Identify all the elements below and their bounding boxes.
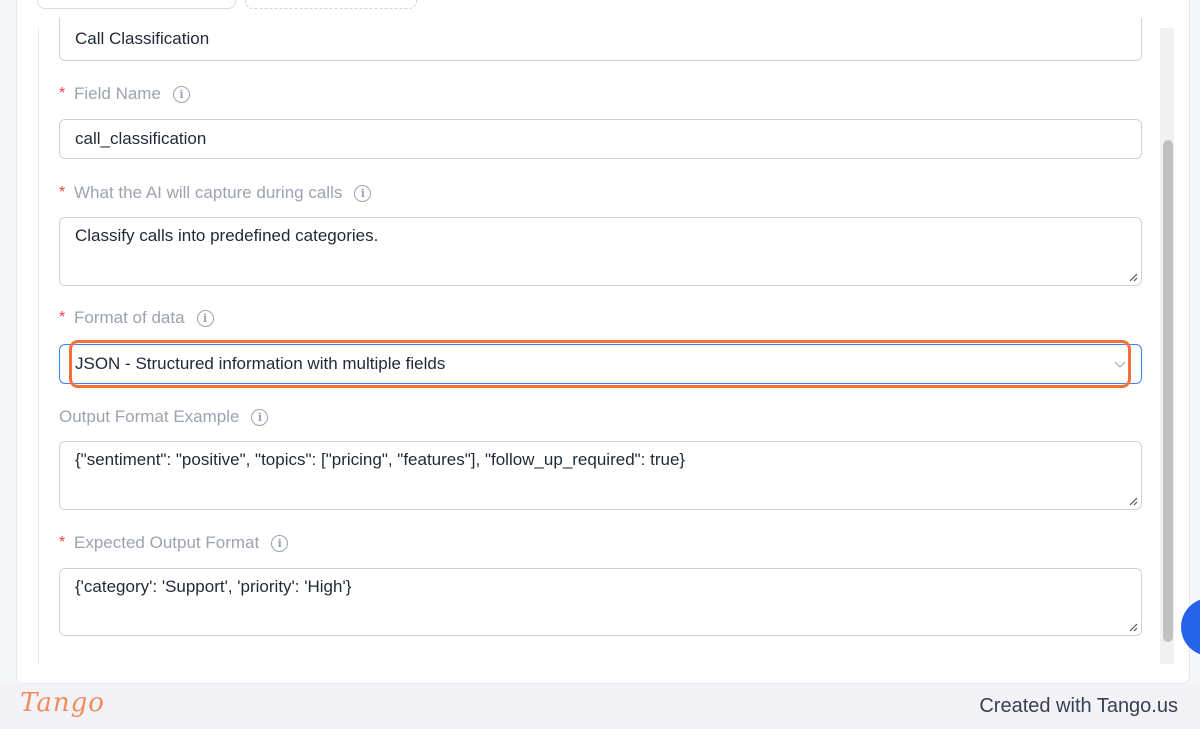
format-selected-value: JSON - Structured information with multi… (75, 354, 446, 373)
footer: Tango Created with Tango.us (0, 684, 1200, 729)
resize-handle-icon[interactable] (1129, 623, 1138, 632)
capture-label-text: What the AI will capture during calls (74, 183, 343, 202)
required-mark: * (59, 309, 66, 326)
resize-handle-icon[interactable] (1129, 497, 1138, 506)
required-mark: * (59, 85, 66, 102)
screen: Call Classification * Field Name i call_… (0, 0, 1200, 684)
tango-logo[interactable]: Tango (20, 688, 105, 718)
capture-value: Classify calls into predefined categorie… (75, 226, 379, 245)
format-select[interactable]: JSON - Structured information with multi… (59, 344, 1142, 384)
classification-name-input[interactable]: Call Classification (59, 18, 1142, 61)
field-name-input[interactable]: call_classification (59, 119, 1142, 159)
classification-name-value: Call Classification (75, 29, 210, 48)
expected-output-label: * Expected Output Format i (59, 532, 289, 554)
format-label-text: Format of data (74, 308, 185, 327)
capture-textarea[interactable]: Classify calls into predefined categorie… (59, 217, 1142, 286)
info-icon[interactable]: i (172, 85, 190, 103)
top-tab[interactable] (37, 0, 236, 9)
field-name-value: call_classification (75, 129, 207, 148)
expected-output-textarea[interactable]: {'category': 'Support', 'priority': 'Hig… (59, 568, 1142, 636)
info-icon[interactable]: i (354, 184, 372, 202)
output-example-textarea[interactable]: {"sentiment": "positive", "topics": ["pr… (59, 441, 1142, 510)
field-name-label-text: Field Name (74, 84, 161, 103)
info-icon[interactable]: i (271, 534, 289, 552)
format-label: * Format of data i (59, 307, 214, 329)
output-example-label: Output Format Example i (59, 406, 269, 428)
expected-output-value: {'category': 'Support', 'priority': 'Hig… (75, 577, 352, 596)
expected-output-label-text: Expected Output Format (74, 533, 260, 552)
created-with-credit[interactable]: Created with Tango.us (979, 695, 1178, 718)
info-icon[interactable]: i (196, 309, 214, 327)
capture-label: * What the AI will capture during calls … (59, 182, 372, 204)
output-example-label-text: Output Format Example (59, 407, 240, 426)
resize-handle-icon[interactable] (1129, 273, 1138, 282)
scrollbar-thumb[interactable] (1163, 140, 1173, 642)
add-tab-placeholder[interactable] (245, 0, 417, 9)
required-mark: * (59, 184, 66, 201)
required-mark: * (59, 534, 66, 551)
chevron-down-icon (1114, 361, 1126, 368)
info-icon[interactable]: i (251, 408, 269, 426)
form-section-divider (38, 28, 39, 664)
output-example-value: {"sentiment": "positive", "topics": ["pr… (75, 450, 686, 469)
field-name-label: * Field Name i (59, 83, 190, 105)
